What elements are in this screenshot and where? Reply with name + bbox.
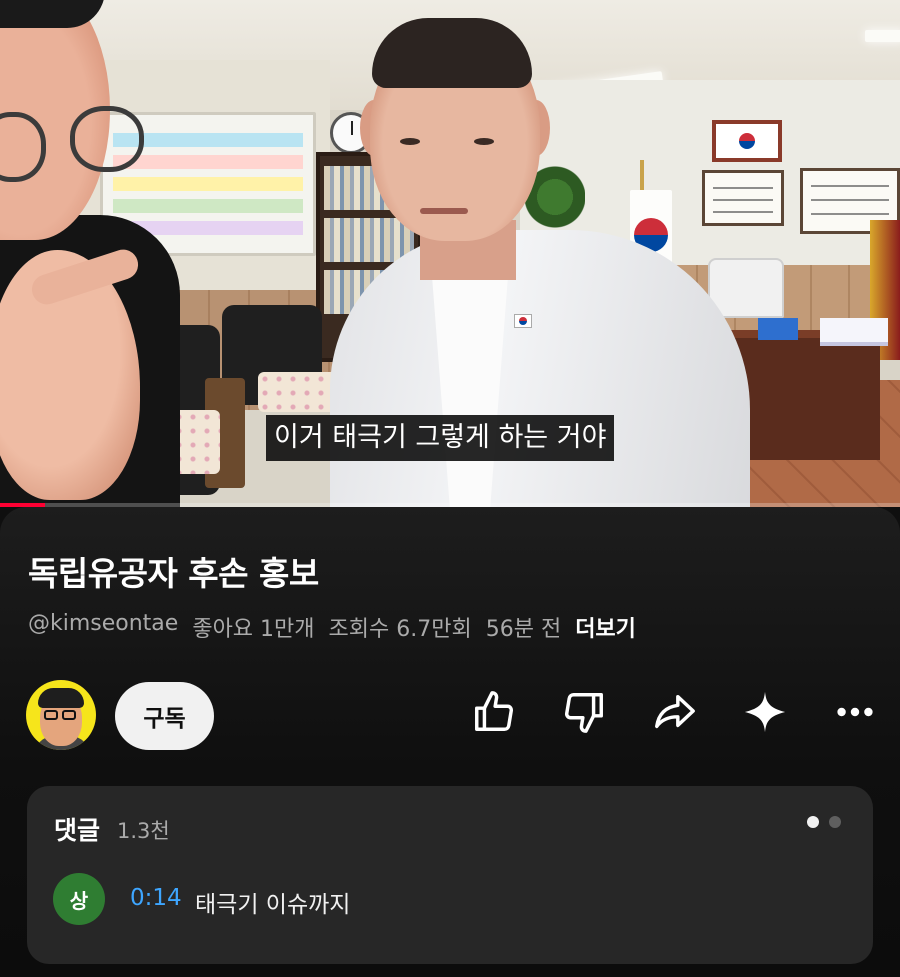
comment-avatar[interactable]: 상 [53,873,105,925]
framed-flag [712,120,782,162]
channel-avatar[interactable] [26,680,96,750]
comment-text: 태극기 이슈까지 [195,892,351,918]
subscribe-button[interactable]: 구독 [115,682,214,750]
man-eye [400,138,420,145]
video-player[interactable]: 이거 태극기 그렇게 하는 거야 [0,0,900,507]
comments-card[interactable] [27,786,873,964]
framed-calligraphy [702,170,784,226]
pager-dot-active [807,816,819,828]
like-count: 좋아요 1만개 [192,617,315,642]
flag-pin [514,314,532,328]
man-mouth [420,208,468,214]
comments-title: 댓글 [54,816,101,845]
video-meta[interactable]: @kimseontae 좋아요 1만개 조회수 6.7만회 56분 전 더보기 [28,611,636,643]
pager-dot [829,816,841,828]
person-glasses [70,106,144,172]
sparkle-icon[interactable] [741,688,789,736]
man-hair [372,18,532,88]
thumb-down-icon[interactable] [560,688,608,736]
channel-handle[interactable]: @kimseontae [28,611,178,643]
man-eye [474,138,494,145]
ceiling-light [865,30,900,42]
comments-count: 1.3천 [117,819,170,843]
desk-papers [820,318,888,346]
desk-item [758,318,798,340]
video-title[interactable]: 독립유공자 후손 홍보 [28,547,319,595]
thumb-up-icon[interactable] [470,688,518,736]
more-icon[interactable] [831,688,879,736]
share-icon[interactable] [650,688,698,736]
video-subtitle: 이거 태극기 그렇게 하는 거야 [266,415,615,461]
upload-time: 56분 전 [485,617,562,642]
comment-timestamp-link[interactable]: 0:14 [130,885,182,911]
more-button[interactable]: 더보기 [575,611,636,643]
view-count: 조회수 6.7만회 [328,617,472,642]
